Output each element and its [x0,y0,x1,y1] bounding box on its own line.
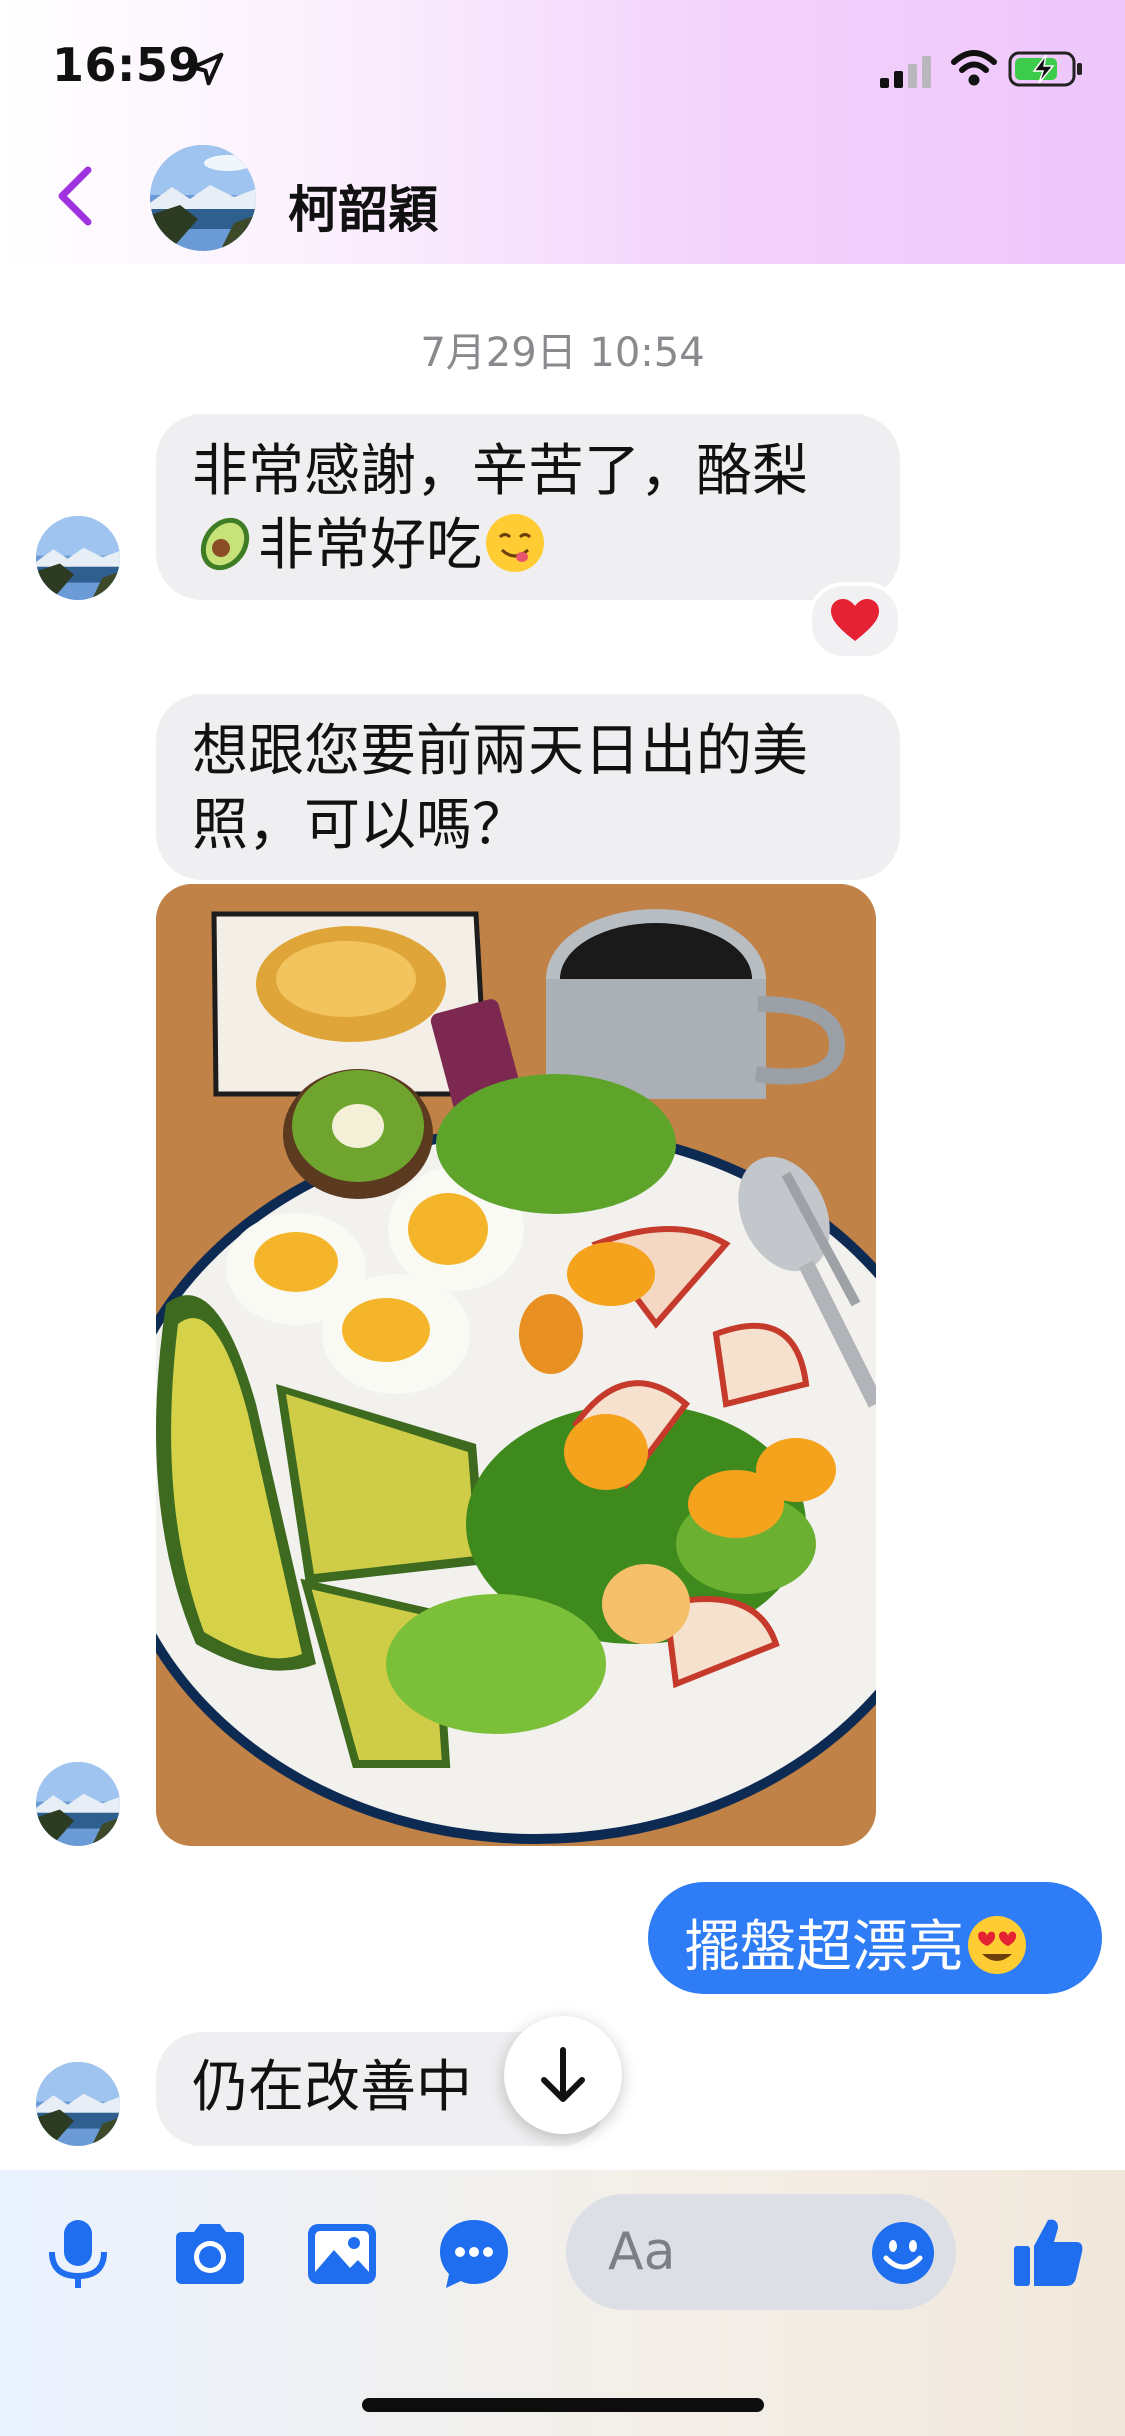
home-indicator[interactable] [362,2398,764,2412]
arrow-down-icon [541,2047,585,2102]
message-text-line-2: 非常好吃 [192,510,548,582]
message-text-line: 仍在改善中 [192,2055,472,2120]
status-time: 16:59 [52,38,201,92]
message-text-line: 擺盤超漂亮 [684,1902,1030,1984]
date-stamp: 7月29日 10:54 [420,330,705,376]
sender-avatar[interactable] [36,2062,120,2146]
heart-reaction[interactable] [808,582,902,660]
message-bubble-incoming[interactable]: 非常感謝，辛苦了，酪梨 非常好吃 [156,414,900,600]
message-input-placeholder: Aa [608,2222,676,2282]
chat-bubble-icon[interactable] [434,2214,514,2294]
message-bubble-outgoing[interactable]: 擺盤超漂亮 [648,1882,1102,1994]
message-text-line2: 非常好吃 [258,513,482,578]
avatar-photo [150,145,256,251]
heart-icon [831,599,879,641]
status-bar: 16:59 [0,0,1125,130]
sender-avatar[interactable] [36,516,120,600]
camera-icon[interactable] [170,2214,250,2294]
contact-name[interactable]: 柯韶穎 [288,170,438,242]
yum-face-emoji-icon [486,513,544,572]
message-text-line: 非常感謝，辛苦了，酪梨 [192,439,808,504]
wifi-icon [951,50,997,86]
photo-message[interactable] [156,884,876,1846]
breakfast-plate-image [156,884,876,1846]
microphone-icon[interactable] [38,2214,118,2294]
thumbs-up-icon[interactable] [1008,2212,1088,2292]
scroll-to-bottom-button[interactable] [504,2016,622,2134]
avocado-emoji-icon [200,517,250,571]
back-button[interactable] [50,164,100,228]
location-arrow-icon [190,52,224,86]
cellular-signal-icon [880,56,931,88]
avatar-photo [36,2062,120,2146]
battery-charging-icon [1008,51,1082,87]
sender-avatar[interactable] [36,1762,120,1846]
outgoing-text: 擺盤超漂亮 [684,1915,964,1980]
message-text-line: 想跟您要前兩天日出的美 [192,719,808,784]
avatar-photo [36,1762,120,1846]
message-text-line-2: 照，可以嗎？ [192,793,528,858]
message-input[interactable]: Aa [566,2194,956,2310]
emoji-icon[interactable] [870,2220,936,2286]
message-bubble-incoming[interactable]: 想跟您要前兩天日出的美 照，可以嗎？ [156,694,900,880]
heart-eyes-emoji-icon [968,1915,1026,1974]
contact-avatar[interactable] [150,145,256,251]
composer-bar [0,2170,1125,2436]
avatar-photo [36,516,120,600]
photo-gallery-icon[interactable] [302,2214,382,2294]
